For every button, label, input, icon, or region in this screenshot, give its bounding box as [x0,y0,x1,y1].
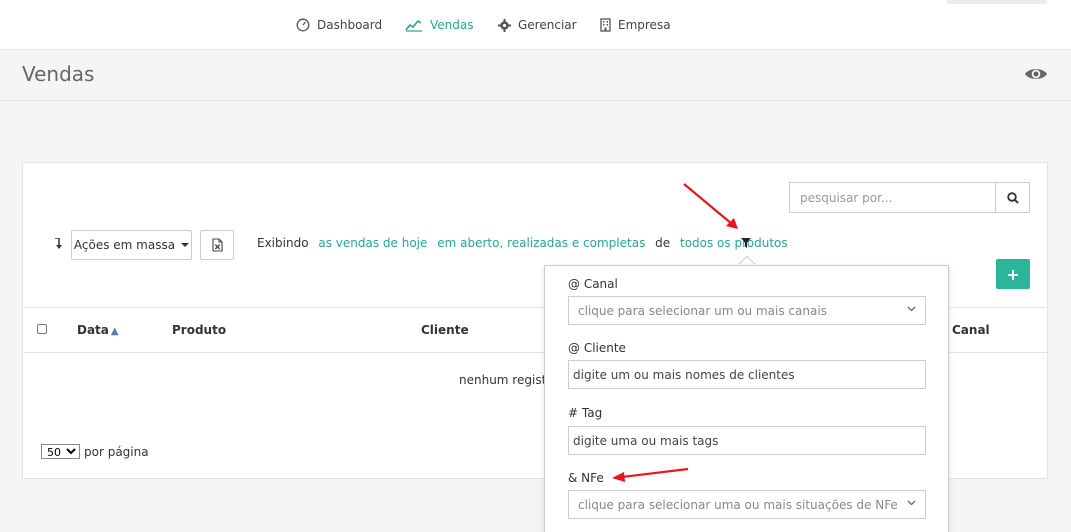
cliente-placeholder: digite um ou mais nomes de clientes [573,367,795,382]
search-button[interactable] [995,183,1029,212]
excel-file-icon [211,238,223,252]
top-navbar: Dashboard Vendas Gerenciar Empresa [0,0,1071,50]
per-page-control: 50 por página [41,444,149,459]
nav-item-vendas[interactable]: Vendas [405,17,474,33]
sort-ascending-icon: ▲ [110,326,119,337]
select-all-checkbox[interactable] [37,324,47,334]
nav-label-dashboard: Dashboard [317,18,383,32]
canal-select[interactable]: clique para selecionar um ou mais canais [568,296,926,325]
filter-funnel-icon[interactable] [741,238,751,248]
column-header-cliente[interactable]: Cliente [421,323,469,337]
nav-label-vendas: Vendas [430,18,474,32]
tag-placeholder: digite uma ou mais tags [573,433,719,448]
filter-prefix: Exibindo [257,236,309,250]
sort-arrow-icon[interactable] [54,238,62,250]
filter-period-link[interactable]: as vendas de hoje [318,236,427,250]
caret-down-icon [181,243,190,247]
filter-popover: @ Canal clique para selecionar um ou mai… [544,265,949,532]
line-chart-icon [405,19,422,32]
column-header-produto[interactable]: Produto [172,323,226,337]
gear-icon [498,18,511,32]
nav-item-empresa[interactable]: Empresa [600,17,671,33]
nav-label-gerenciar: Gerenciar [518,18,577,32]
export-excel-button[interactable] [200,230,234,260]
filter-de-text: de [655,236,671,250]
chevron-down-icon [907,306,916,312]
per-page-select[interactable]: 50 [41,444,80,459]
building-icon [600,18,611,32]
bulk-actions-label: Ações em massa [73,238,176,252]
filter-products-link[interactable]: todos os produtos [680,236,788,250]
corner-strip [947,0,1047,4]
gauge-icon [296,18,310,32]
search-icon [1006,191,1019,204]
nav-item-dashboard[interactable]: Dashboard [296,17,382,33]
filter-summary: Exibindo as vendas de hoje em aberto, re… [257,236,794,250]
cliente-label: @ Cliente [568,341,626,355]
cliente-input[interactable]: digite um ou mais nomes de clientes [568,360,926,389]
search-input[interactable] [790,183,995,212]
column-header-data[interactable]: Data ▲ [77,323,119,337]
tag-label: # Tag [568,406,603,420]
bulk-actions-button[interactable]: Ações em massa [71,230,192,260]
nav-item-gerenciar[interactable]: Gerenciar [498,17,577,33]
canal-placeholder: clique para selecionar um ou mais canais [578,303,827,318]
page-title: Vendas [22,62,95,86]
eye-icon[interactable] [1024,66,1048,82]
tag-input[interactable]: digite uma ou mais tags [568,426,926,455]
add-sale-button[interactable]: + [996,259,1030,289]
column-label-data: Data [77,323,109,337]
per-page-label: por página [84,444,149,459]
column-header-canal[interactable]: Canal [952,323,990,337]
page-header: Vendas [0,50,1071,101]
canal-label: @ Canal [568,277,618,291]
nav-label-empresa: Empresa [618,18,671,32]
nfe-select[interactable]: clique para selecionar uma ou mais situa… [568,490,926,519]
filter-status-link[interactable]: em aberto, realizadas e completas [437,236,645,250]
nfe-label: & NFe [568,471,604,485]
chevron-down-icon [907,500,916,506]
nfe-placeholder: clique para selecionar uma ou mais situa… [578,497,898,512]
search-box [789,182,1030,213]
